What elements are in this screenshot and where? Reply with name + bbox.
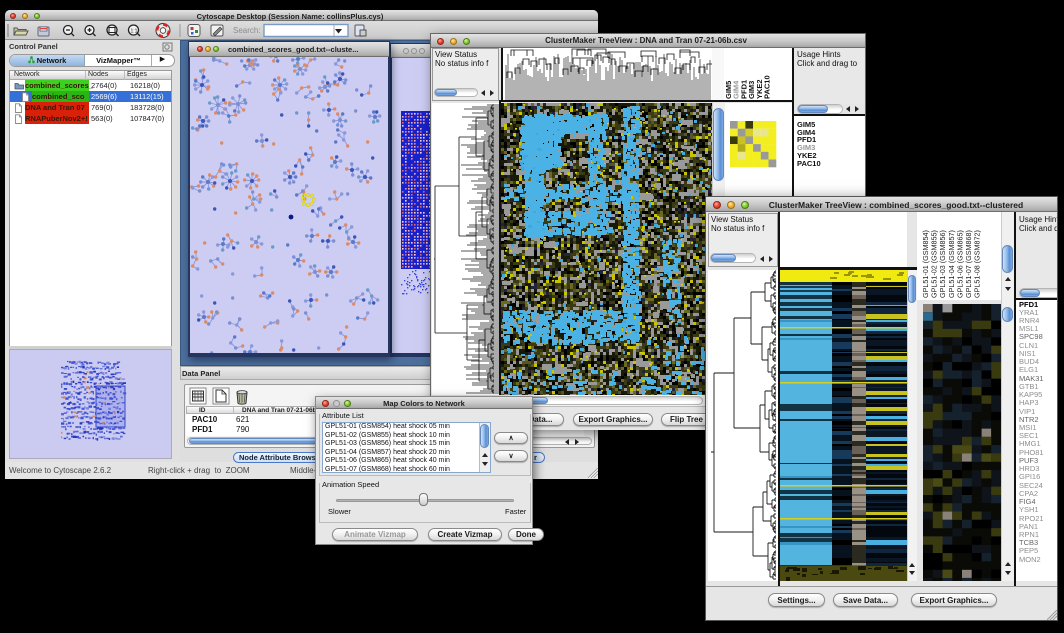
svg-text:GPL51-08 (GSM872): GPL51-08 (GSM872) bbox=[973, 230, 982, 298]
svg-text:1:1: 1:1 bbox=[131, 29, 138, 35]
svg-text:Search:: Search: bbox=[233, 26, 261, 35]
svg-text:PAC10: PAC10 bbox=[763, 75, 772, 99]
